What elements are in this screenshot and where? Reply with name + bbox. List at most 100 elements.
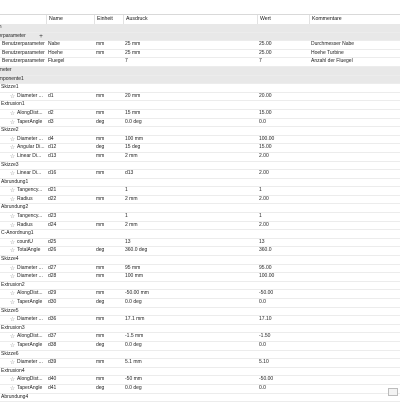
table-row[interactable]: ☆ Tangency... d21 1 1 [0, 187, 400, 196]
section-row[interactable]: omponente1 [0, 75, 400, 85]
group-row[interactable]: Abrundung4 [0, 393, 400, 402]
expression-cell[interactable]: 5.1 mm [125, 359, 255, 367]
name-cell[interactable]: d21 [48, 187, 92, 195]
table-row[interactable]: ☆ Radius d24 mm 2 mm 2.00 [0, 222, 400, 231]
star-outline-icon[interactable]: ☆ [9, 299, 16, 307]
star-outline-icon[interactable]: ☆ [9, 213, 16, 221]
expression-cell[interactable]: 1 [125, 213, 255, 221]
section-row[interactable]: ameter [0, 66, 400, 76]
column-header-parameter[interactable]: ter [0, 15, 46, 24]
name-cell[interactable]: d12 [48, 144, 92, 152]
expression-cell[interactable]: 100 mm [125, 273, 255, 281]
table-row[interactable]: ☆ Diameter ... d28 mm 100 mm 100.00 [0, 273, 400, 282]
star-outline-icon[interactable]: ☆ [9, 342, 16, 350]
comment-cell[interactable]: Durchmesser Nabe [311, 41, 396, 49]
star-outline-icon[interactable]: ☆ [9, 187, 16, 195]
star-outline-icon[interactable]: ☆ [9, 359, 16, 367]
name-cell[interactable]: d3 [48, 119, 92, 127]
star-outline-icon[interactable]: ☆ [9, 196, 16, 204]
name-cell[interactable]: Fluegel [48, 58, 92, 66]
table-row[interactable]: ☆ AlongDist... d37 mm -1.5 mm -1.50 [0, 333, 400, 342]
name-cell[interactable]: d2 [48, 110, 92, 118]
group-row[interactable]: Extrusion1 [0, 101, 400, 110]
name-cell[interactable]: d1 [48, 93, 92, 101]
star-outline-icon[interactable]: ☆ [9, 385, 16, 393]
table-row[interactable]: ☆ AlongDist... d40 mm -50 mm -50.00 [0, 376, 400, 385]
group-row[interactable]: Extrusion4 [0, 367, 400, 377]
expression-cell[interactable]: d13 [125, 170, 255, 178]
name-cell[interactable]: d16 [48, 170, 92, 178]
name-cell[interactable]: d28 [48, 273, 92, 281]
name-cell[interactable]: d30 [48, 299, 92, 307]
expression-cell[interactable]: 20 mm [125, 93, 255, 101]
expression-cell[interactable]: 7 [125, 58, 255, 66]
group-row[interactable]: Skizze3 [0, 161, 400, 171]
expression-cell[interactable]: 0.0 deg [125, 119, 255, 127]
expression-cell[interactable]: -1.5 mm [125, 333, 255, 341]
expression-cell[interactable]: 95 mm [125, 265, 255, 273]
table-row[interactable]: ☆ Diameter ... d1 mm 20 mm 20.00 [0, 93, 400, 102]
table-row[interactable]: ☆ Diameter ... d4 mm 100 mm 100.00 [0, 136, 400, 145]
name-cell[interactable]: d23 [48, 213, 92, 221]
expression-cell[interactable]: 0.0 deg [125, 299, 255, 307]
name-cell[interactable]: d26 [48, 247, 92, 255]
table-row[interactable]: ☆ Radius d22 mm 2 mm 2.00 [0, 196, 400, 205]
expression-cell[interactable]: 100 mm [125, 136, 255, 144]
expression-cell[interactable]: 1 [125, 187, 255, 195]
name-cell[interactable]: Hoehe [48, 50, 92, 58]
group-row[interactable]: Abrundung2 [0, 204, 400, 214]
star-outline-icon[interactable]: ☆ [9, 119, 16, 127]
expression-cell[interactable]: 2 mm [125, 222, 255, 230]
plus-icon[interactable]: + [38, 33, 44, 41]
star-outline-icon[interactable]: ☆ [9, 144, 16, 152]
star-outline-icon[interactable]: ☆ [9, 273, 16, 281]
group-row[interactable]: Abrundung1 [0, 178, 400, 188]
name-cell[interactable]: d13 [48, 153, 92, 161]
expression-cell[interactable]: 25 mm [125, 50, 255, 58]
table-row[interactable]: ☆ TaperAngle d41 deg 0.0 deg 0.0 [0, 385, 400, 394]
star-outline-icon[interactable]: ☆ [9, 153, 16, 161]
table-row[interactable]: ☆ Linear Di... d16 mm d13 2.00 [0, 170, 400, 179]
group-row[interactable]: Extrusion3 [0, 324, 400, 334]
table-row[interactable]: Benutzerparameter Fluegel 7 7 Anzahl der Flu… [0, 58, 400, 67]
table-row[interactable]: ☆ TaperAngle d38 deg 0.0 deg 0.0 [0, 342, 400, 351]
name-cell[interactable]: d22 [48, 196, 92, 204]
name-cell[interactable]: d27 [48, 265, 92, 273]
star-outline-icon[interactable]: ☆ [9, 290, 16, 298]
table-row[interactable]: Benutzerparameter Nabe mm 25 mm 25.00 Durchme… [0, 41, 400, 50]
section-row[interactable]: en [0, 24, 400, 33]
column-header-unit[interactable]: Einheit [94, 15, 126, 24]
name-cell[interactable]: d37 [48, 333, 92, 341]
expression-cell[interactable]: 15 mm [125, 110, 255, 118]
name-cell[interactable]: d4 [48, 136, 92, 144]
expression-cell[interactable]: 13 [125, 239, 255, 247]
expression-cell[interactable]: 2 mm [125, 153, 255, 161]
expression-cell[interactable]: 0.0 deg [125, 342, 255, 350]
star-outline-icon[interactable]: ☆ [9, 93, 16, 101]
name-cell[interactable]: Nabe [48, 41, 92, 49]
star-outline-icon[interactable]: ☆ [9, 170, 16, 178]
star-outline-icon[interactable]: ☆ [9, 376, 16, 384]
group-row[interactable]: Skizze4 [0, 256, 400, 265]
group-row[interactable]: Skizze6 [0, 350, 400, 360]
column-header-expression[interactable]: Ausdruck [123, 15, 260, 24]
name-cell[interactable]: d41 [48, 385, 92, 393]
resize-handle[interactable] [388, 388, 398, 396]
name-cell[interactable]: d24 [48, 222, 92, 230]
table-row[interactable]: ☆ Diameter ... d27 mm 95 mm 95.00 [0, 265, 400, 274]
star-outline-icon[interactable]: ☆ [9, 247, 16, 255]
expression-cell[interactable]: 2 mm [125, 196, 255, 204]
expression-cell[interactable]: 25 mm [125, 41, 255, 49]
column-header-name[interactable]: Name [46, 15, 95, 24]
expression-cell[interactable]: -50.00 mm [125, 290, 255, 298]
table-row[interactable]: ☆ Diameter ... d39 mm 5.1 mm 5.10 [0, 359, 400, 368]
group-row[interactable]: Skizze5 [0, 307, 400, 317]
expression-cell[interactable]: 15 deg [125, 144, 255, 152]
name-cell[interactable]: d38 [48, 342, 92, 350]
table-row[interactable]: ☆ AlongDist... d29 mm -50.00 mm -50.00 [0, 290, 400, 299]
table-row[interactable]: ☆ TaperAngle d30 deg 0.0 deg 0.0 [0, 299, 400, 308]
table-row[interactable]: ☆ AlongDist... d2 mm 15 mm 15.00 [0, 110, 400, 119]
expression-cell[interactable]: 0.0 deg [125, 385, 255, 393]
table-row[interactable]: ☆ Diameter ... d36 mm 17.1 mm 17.10 [0, 316, 400, 325]
star-outline-icon[interactable]: ☆ [9, 222, 16, 230]
